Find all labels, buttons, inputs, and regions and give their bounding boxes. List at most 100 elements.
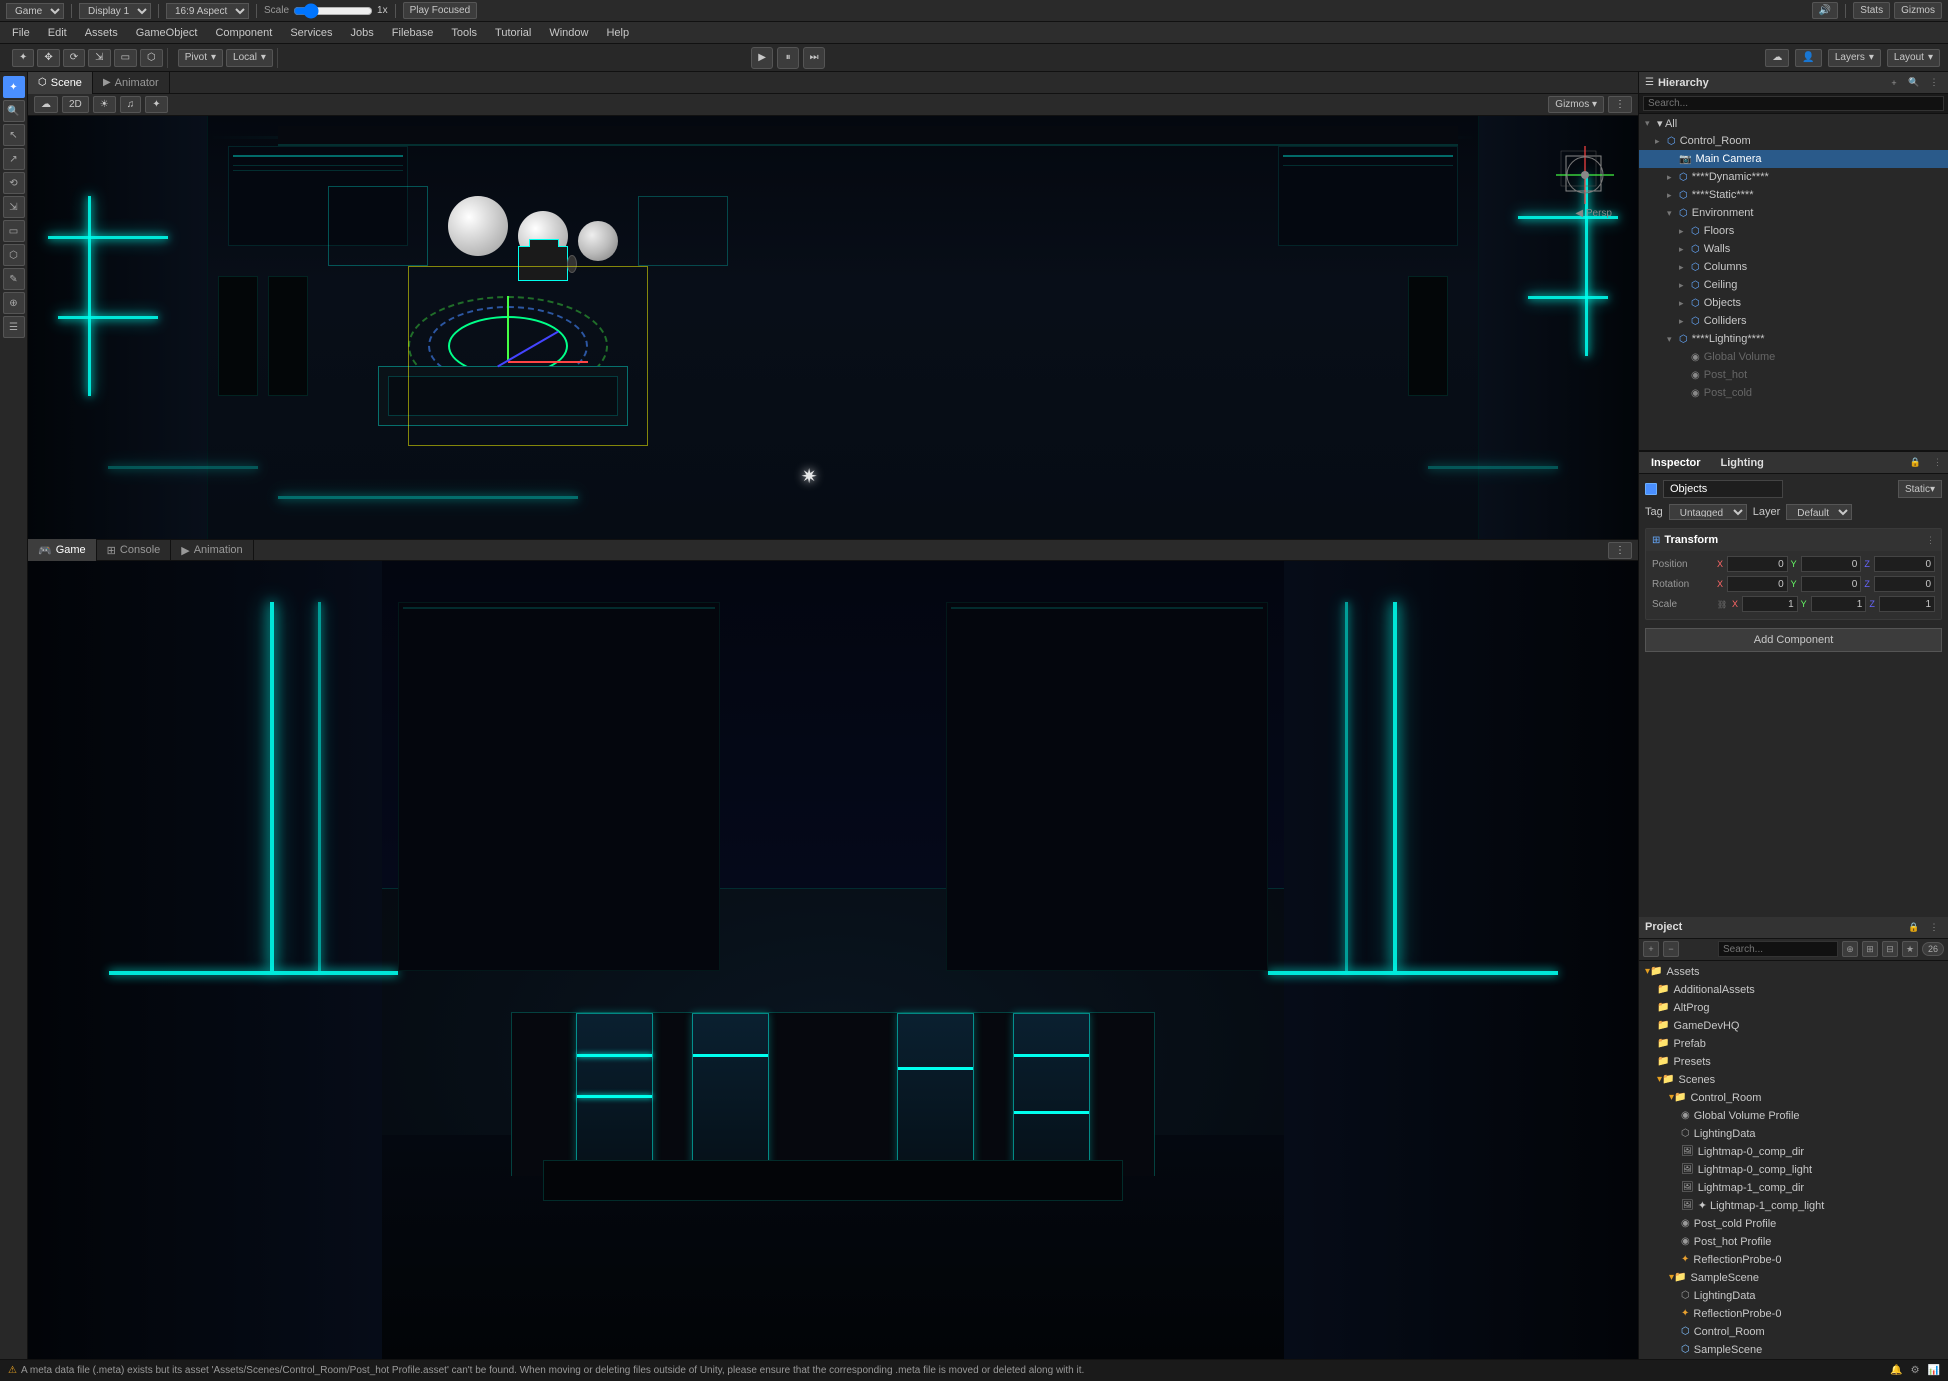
proj-post-cold[interactable]: ◉ Post_cold Profile [1639, 1215, 1948, 1233]
step-button[interactable]: ⏭ [803, 47, 825, 69]
inspector-lock-btn[interactable]: 🔒 [1910, 457, 1921, 468]
scene-light-btn[interactable]: ☀ [93, 96, 116, 113]
scl-x-input[interactable] [1742, 596, 1798, 612]
proj-assets[interactable]: ▾📁 Assets [1639, 963, 1948, 981]
lighting-tab[interactable]: Lighting [1715, 457, 1770, 469]
hier-main-camera[interactable]: 📷 Main Camera [1639, 150, 1948, 168]
hier-floors[interactable]: ▸ ⬡ Floors [1639, 222, 1948, 240]
tool-btn-6[interactable]: ⇲ [3, 196, 25, 218]
project-title[interactable]: Project [1645, 921, 1682, 933]
hier-search-btn[interactable]: 🔍 [1906, 75, 1922, 91]
tool-combined[interactable]: ⬡ [140, 49, 163, 67]
scene-audio-btn[interactable]: ♫ [120, 96, 142, 113]
tool-rect[interactable]: ▭ [114, 49, 137, 67]
proj-add-btn[interactable]: + [1643, 941, 1659, 957]
obj-name-field[interactable] [1663, 480, 1783, 498]
proj-sample-scene2[interactable]: ⬡ SampleScene [1639, 1341, 1948, 1359]
hier-columns[interactable]: ▸ ⬡ Columns [1639, 258, 1948, 276]
obj-checkbox[interactable] [1645, 483, 1657, 495]
scl-y-input[interactable] [1811, 596, 1867, 612]
scene-viewport[interactable]: ☁ 2D ☀ ♫ ✦ Gizmos ▾ ⋮ [28, 94, 1638, 539]
tool-btn-7[interactable]: ▭ [3, 220, 25, 242]
menu-tools[interactable]: Tools [443, 25, 485, 41]
hier-lighting[interactable]: ▾ ⬡ ****Lighting**** [1639, 330, 1948, 348]
menu-jobs[interactable]: Jobs [343, 25, 382, 41]
tab-game[interactable]: 🎮 Game [28, 539, 97, 561]
menu-file[interactable]: File [4, 25, 38, 41]
layout-dropdown[interactable]: Layout ▾ [1887, 49, 1940, 67]
proj-altprog[interactable]: 📁 AltProg [1639, 999, 1948, 1017]
hier-all[interactable]: ▾ ▾ All [1639, 114, 1948, 132]
hier-environment[interactable]: ▾ ⬡ Environment [1639, 204, 1948, 222]
proj-scenes[interactable]: ▾📁 Scenes [1639, 1071, 1948, 1089]
proj-view-btn[interactable]: ⊞ [1862, 941, 1878, 957]
rot-z-input[interactable] [1874, 576, 1935, 592]
tool-btn-4[interactable]: ↗ [3, 148, 25, 170]
menu-help[interactable]: Help [598, 25, 637, 41]
proj-refl02[interactable]: ✦ ReflectionProbe-0 [1639, 1305, 1948, 1323]
tool-rotate[interactable]: ⟳ [63, 49, 85, 67]
inspector-more-btn[interactable]: ⋮ [1933, 457, 1942, 468]
proj-refl0[interactable]: ✦ ReflectionProbe-0 [1639, 1251, 1948, 1269]
project-search[interactable] [1718, 941, 1838, 957]
proj-post-hot[interactable]: ◉ Post_hot Profile [1639, 1233, 1948, 1251]
proj-lm0dir[interactable]: 🖼 Lightmap-0_comp_dir [1639, 1143, 1948, 1161]
tab-animation[interactable]: ▶ Animation [171, 539, 253, 561]
cloud-btn[interactable]: ☁ [1765, 49, 1789, 67]
tool-hand[interactable]: ✦ [12, 49, 34, 67]
hier-post-cold[interactable]: ◉ Post_cold [1639, 384, 1948, 402]
layer-dropdown[interactable]: Default [1786, 504, 1852, 520]
proj-lighting-data2[interactable]: ⬡ LightingData [1639, 1287, 1948, 1305]
menu-edit[interactable]: Edit [40, 25, 75, 41]
tool-btn-3[interactable]: ↖ [3, 124, 25, 146]
hier-walls[interactable]: ▸ ⬡ Walls [1639, 240, 1948, 258]
hier-static[interactable]: ▸ ⬡ ****Static**** [1639, 186, 1948, 204]
bottom-more-btn[interactable]: ⋮ [1608, 542, 1632, 559]
tool-btn-2[interactable]: 🔍 [3, 100, 25, 122]
hier-control-room[interactable]: ▸ ⬡ Control_Room [1639, 132, 1948, 150]
proj-sample-scene[interactable]: ▾📁 SampleScene [1639, 1269, 1948, 1287]
scene-2d-btn[interactable]: 2D [62, 96, 89, 113]
local-dropdown[interactable]: Local ▾ [226, 49, 273, 67]
pivot-dropdown[interactable]: Pivot ▾ [178, 49, 223, 67]
proj-presets[interactable]: 📁 Presets [1639, 1053, 1948, 1071]
scene-gizmos-btn[interactable]: Gizmos ▾ [1548, 96, 1604, 113]
scl-z-input[interactable] [1879, 596, 1935, 612]
tool-btn-9[interactable]: ✎ [3, 268, 25, 290]
layers-dropdown[interactable]: Layers ▾ [1828, 49, 1881, 67]
tab-animator[interactable]: ▶ Animator [93, 72, 170, 94]
tag-dropdown[interactable]: Untagged [1669, 504, 1747, 520]
proj-layout-btn[interactable]: ⊟ [1882, 941, 1898, 957]
proj-additional[interactable]: 📁 AdditionalAssets [1639, 981, 1948, 999]
proj-prefab[interactable]: 📁 Prefab [1639, 1035, 1948, 1053]
pos-y-input[interactable] [1801, 556, 1862, 572]
tool-btn-1[interactable]: ✦ [3, 76, 25, 98]
add-component-btn[interactable]: Add Component [1645, 628, 1942, 652]
tool-btn-8[interactable]: ⬡ [3, 244, 25, 266]
hierarchy-search[interactable] [1643, 96, 1944, 111]
proj-gamedevhq[interactable]: 📁 GameDevHQ [1639, 1017, 1948, 1035]
proj-minus-btn[interactable]: − [1663, 941, 1679, 957]
menu-tutorial[interactable]: Tutorial [487, 25, 539, 41]
tool-btn-11[interactable]: ☰ [3, 316, 25, 338]
transform-header[interactable]: ⊞ Transform ⋮ [1646, 529, 1941, 551]
menu-gameobject[interactable]: GameObject [128, 25, 206, 41]
hier-post-hot[interactable]: ◉ Post_hot [1639, 366, 1948, 384]
proj-cr-scene[interactable]: ⬡ Control_Room [1639, 1323, 1948, 1341]
collab-btn[interactable]: 👤 [1795, 49, 1821, 67]
hier-objects[interactable]: ▸ ⬡ Objects [1639, 294, 1948, 312]
pos-x-input[interactable] [1727, 556, 1788, 572]
proj-lm1dir[interactable]: 🖼 Lightmap-1_comp_dir [1639, 1179, 1948, 1197]
proj-global-vol[interactable]: ◉ Global Volume Profile [1639, 1107, 1948, 1125]
play-button[interactable]: ▶ [751, 47, 773, 69]
menu-filebase[interactable]: Filebase [384, 25, 442, 41]
tab-console[interactable]: ⊞ Console [97, 539, 172, 561]
pos-z-input[interactable] [1874, 556, 1935, 572]
tool-btn-5[interactable]: ⟲ [3, 172, 25, 194]
scene-view-btn[interactable]: ☁ [34, 96, 58, 113]
proj-lock-btn[interactable]: 🔒 [1906, 919, 1922, 935]
proj-lm0light[interactable]: 🖼 Lightmap-0_comp_light [1639, 1161, 1948, 1179]
tab-scene[interactable]: ⬡ Scene [28, 72, 93, 94]
rot-x-input[interactable] [1727, 576, 1788, 592]
tool-scale[interactable]: ⇲ [88, 49, 110, 67]
